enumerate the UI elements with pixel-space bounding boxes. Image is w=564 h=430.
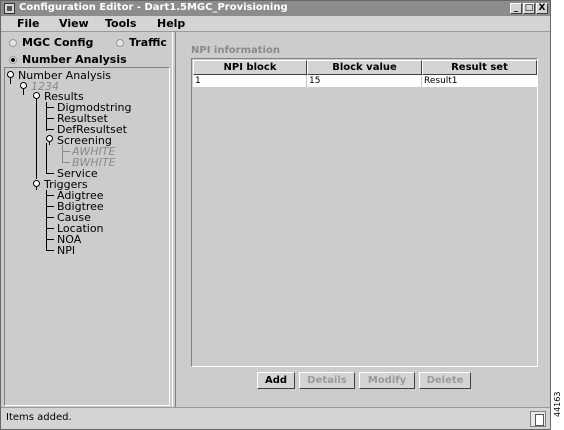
radio-mgc-config-label: MGC Config: [22, 36, 94, 49]
maximize-button[interactable]: □: [523, 3, 535, 14]
menu-view[interactable]: View: [59, 17, 89, 30]
modify-button[interactable]: Modify: [359, 372, 415, 389]
radio-mgc-config-circle[interactable]: [9, 39, 17, 47]
tree-connector: [23, 91, 24, 95]
tree-connector: [46, 228, 54, 229]
navigation-tree[interactable]: Number Analysis 1234 Results Digmodstrin…: [4, 67, 170, 406]
tree-expander-screening[interactable]: [46, 135, 53, 145]
status-bar: Items added.: [1, 407, 550, 429]
menu-help[interactable]: Help: [157, 17, 185, 30]
tree-connector: [46, 143, 47, 173]
tree-node-npi[interactable]: NPI: [57, 245, 75, 256]
tree-connector: [46, 206, 54, 207]
tree-connector: [62, 162, 70, 163]
title-bar[interactable]: Configuration Editor - Dart1.5MGC_Provis…: [1, 1, 550, 16]
window-title: Configuration Editor - Dart1.5MGC_Provis…: [19, 2, 288, 13]
config-editor-window: Configuration Editor - Dart1.5MGC_Provis…: [0, 0, 551, 430]
tree-expander-dial-plan[interactable]: [20, 82, 27, 92]
panel-splitter[interactable]: [172, 32, 176, 407]
add-button[interactable]: Add: [257, 372, 295, 389]
tree-connector: [46, 239, 54, 240]
radio-traffic-label: Traffic: [129, 36, 167, 49]
figure-code: 44163: [553, 391, 562, 417]
tree-connector: [62, 145, 63, 162]
npi-section-title: NPI information: [191, 45, 280, 56]
status-message: Items added.: [6, 412, 72, 423]
tree-connector: [46, 107, 54, 108]
tree-connector: [46, 118, 54, 119]
tree-connector: [46, 129, 54, 130]
tree-connector: [46, 173, 54, 174]
menu-bar: File View Tools Help: [1, 16, 550, 32]
radio-number-analysis[interactable]: Number Analysis: [9, 53, 127, 66]
tree-expander-triggers[interactable]: [33, 180, 40, 190]
app-icon[interactable]: [4, 3, 15, 14]
column-header-block-value[interactable]: Block value: [307, 60, 422, 75]
radio-number-analysis-circle[interactable]: [9, 56, 17, 64]
radio-traffic[interactable]: Traffic: [116, 36, 167, 49]
minimize-button[interactable]: _: [510, 3, 522, 14]
delete-button[interactable]: Delete: [419, 372, 471, 389]
table-cell-npi-block[interactable]: 1: [193, 75, 307, 87]
menu-file[interactable]: File: [17, 17, 40, 30]
document-icon[interactable]: [530, 411, 546, 427]
tree-expander-results[interactable]: [33, 92, 40, 102]
tree-connector: [46, 250, 54, 251]
close-button[interactable]: X: [536, 3, 548, 14]
tree-expander-root[interactable]: [7, 71, 14, 81]
tree-connector: [10, 80, 11, 84]
radio-traffic-circle[interactable]: [116, 39, 124, 47]
menu-tools[interactable]: Tools: [105, 17, 136, 30]
details-button[interactable]: Details: [299, 372, 355, 389]
radio-number-analysis-label: Number Analysis: [22, 53, 127, 66]
radio-mgc-config[interactable]: MGC Config: [9, 36, 93, 49]
tree-connector: [46, 190, 47, 251]
tree-connector: [62, 151, 70, 152]
table-row[interactable]: 1 15 Result1: [193, 75, 537, 87]
tree-connector: [36, 101, 37, 179]
table-cell-result-set[interactable]: Result1: [422, 75, 537, 87]
table-cell-block-value[interactable]: 15: [307, 75, 422, 87]
column-header-result-set[interactable]: Result set: [422, 60, 537, 75]
column-header-npi-block[interactable]: NPI block: [193, 60, 307, 75]
npi-table[interactable]: NPI block Block value Result set 1 15 Re…: [191, 58, 538, 367]
tree-connector: [46, 217, 54, 218]
tree-connector: [46, 195, 54, 196]
